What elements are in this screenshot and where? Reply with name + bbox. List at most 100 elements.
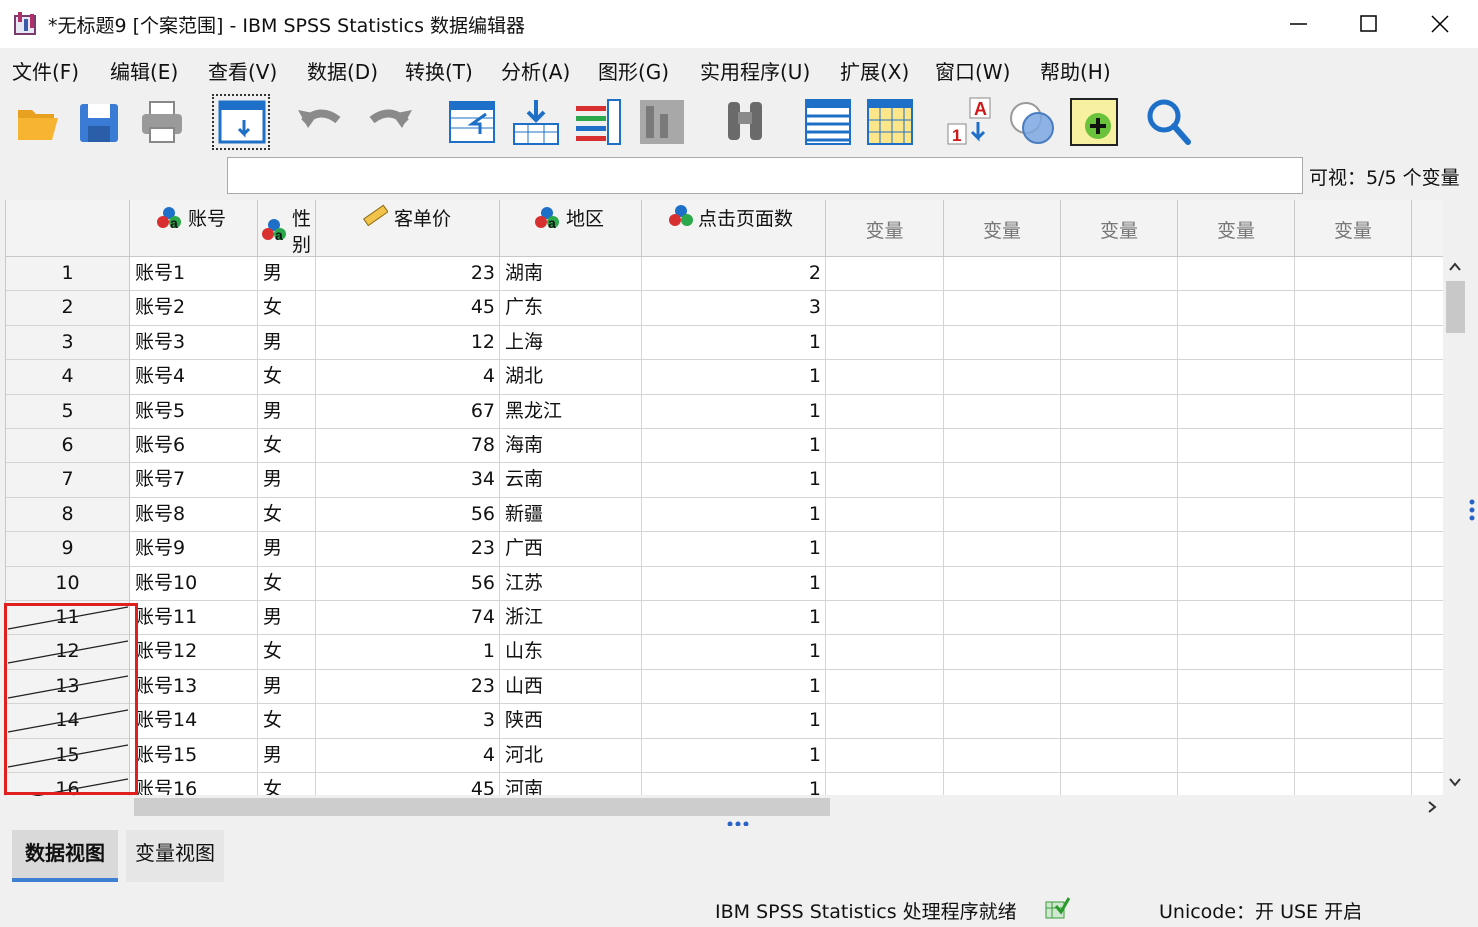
cell-empty[interactable]: [1061, 773, 1178, 796]
column-header-page-clicks[interactable]: 点击页面数: [642, 200, 826, 257]
cell-empty[interactable]: [944, 601, 1061, 636]
cell-empty[interactable]: [826, 601, 944, 636]
menu-transform[interactable]: 转换(T): [405, 56, 473, 85]
cell-empty[interactable]: [1061, 635, 1178, 670]
close-button[interactable]: [1405, 0, 1475, 48]
cell-empty[interactable]: [1295, 669, 1412, 705]
cell-region[interactable]: 海南: [500, 429, 642, 464]
cell-region[interactable]: 河南: [500, 773, 642, 796]
cell-empty[interactable]: [1412, 739, 1443, 773]
cell-empty[interactable]: [1412, 601, 1443, 636]
cell-empty[interactable]: [826, 704, 944, 739]
cell-unit-price[interactable]: 12: [316, 325, 500, 361]
vertical-scrollbar[interactable]: [1443, 257, 1468, 796]
menu-utilities[interactable]: 实用程序(U): [700, 56, 810, 85]
cell-gender[interactable]: 女: [258, 497, 316, 533]
cell-account[interactable]: 账号16: [130, 773, 258, 796]
cell-gender[interactable]: 男: [258, 601, 316, 636]
cell-region[interactable]: 陕西: [500, 704, 642, 739]
cell-page-clicks[interactable]: 1: [642, 497, 826, 533]
cell-empty[interactable]: [826, 463, 944, 498]
cell-region[interactable]: 广东: [500, 291, 642, 326]
cell-empty[interactable]: [826, 429, 944, 464]
menu-data[interactable]: 数据(D): [307, 56, 378, 85]
minimize-button[interactable]: [1264, 0, 1334, 48]
cell-empty[interactable]: [1061, 669, 1178, 705]
cell-empty[interactable]: [1295, 532, 1412, 567]
cell-empty[interactable]: [1412, 291, 1443, 326]
cell-unit-price[interactable]: 45: [316, 291, 500, 326]
insert-variable-button[interactable]: [862, 94, 920, 150]
cell-gender[interactable]: 女: [258, 429, 316, 464]
row-number[interactable]: 3: [6, 325, 130, 361]
cell-empty[interactable]: [1061, 325, 1178, 361]
vertical-scroll-thumb[interactable]: [1446, 281, 1465, 333]
cell-empty[interactable]: [1412, 498, 1443, 533]
cell-empty[interactable]: [944, 704, 1061, 739]
cell-empty[interactable]: [1178, 532, 1295, 567]
cell-empty[interactable]: [1178, 394, 1295, 429]
row-number[interactable]: 4: [6, 360, 130, 395]
cell-empty[interactable]: [1412, 360, 1443, 395]
cell-account[interactable]: 账号14: [130, 704, 258, 739]
cell-empty[interactable]: [826, 291, 944, 326]
cell-empty[interactable]: [1061, 497, 1178, 533]
cell-empty[interactable]: [944, 532, 1061, 567]
cell-empty[interactable]: [826, 566, 944, 601]
cell-gender[interactable]: 女: [258, 773, 316, 796]
cell-region[interactable]: 新疆: [500, 497, 642, 533]
search-button[interactable]: [1140, 94, 1198, 150]
cell-empty[interactable]: [1178, 463, 1295, 498]
menu-graphs[interactable]: 图形(G): [598, 56, 669, 85]
scroll-up-icon[interactable]: [1448, 261, 1462, 273]
recall-dialog-button[interactable]: [212, 94, 270, 150]
cell-gender[interactable]: 男: [258, 463, 316, 498]
cell-empty[interactable]: [944, 291, 1061, 326]
cell-empty[interactable]: [944, 635, 1061, 670]
cell-empty[interactable]: [1412, 395, 1443, 429]
cell-gender[interactable]: 男: [258, 257, 316, 292]
cell-unit-price[interactable]: 4: [316, 738, 500, 773]
menu-analyze[interactable]: 分析(A): [501, 56, 570, 85]
cell-empty[interactable]: [1412, 704, 1443, 739]
horizontal-scroll-thumb[interactable]: [134, 798, 830, 816]
cell-account[interactable]: 账号9: [130, 532, 258, 567]
cell-empty[interactable]: [1061, 291, 1178, 326]
cell-empty[interactable]: [826, 394, 944, 429]
cell-empty[interactable]: [1061, 532, 1178, 567]
menu-extensions[interactable]: 扩展(X): [840, 56, 909, 85]
run-descriptives-button[interactable]: [634, 94, 692, 150]
cell-empty[interactable]: [826, 635, 944, 670]
find-button[interactable]: [718, 94, 776, 150]
cell-empty[interactable]: [944, 566, 1061, 601]
cell-empty[interactable]: [826, 738, 944, 773]
cell-empty[interactable]: [826, 773, 944, 796]
cell-gender[interactable]: 女: [258, 291, 316, 326]
cell-unit-price[interactable]: 1: [316, 635, 500, 670]
row-number[interactable]: 8: [6, 497, 130, 533]
cell-region[interactable]: 河北: [500, 738, 642, 773]
column-header-empty[interactable]: 变量: [944, 200, 1061, 257]
cell-empty[interactable]: [1178, 738, 1295, 773]
cell-account[interactable]: 账号3: [130, 325, 258, 361]
cell-gender[interactable]: 女: [258, 635, 316, 670]
column-header-region[interactable]: a 地区: [500, 200, 642, 257]
cell-gender[interactable]: 男: [258, 532, 316, 567]
column-header-empty[interactable]: 变量: [1295, 200, 1412, 257]
cell-page-clicks[interactable]: 1: [642, 773, 826, 796]
cell-empty[interactable]: [1178, 566, 1295, 601]
cell-empty[interactable]: [944, 257, 1061, 292]
cell-empty[interactable]: [944, 429, 1061, 464]
cell-page-clicks[interactable]: 1: [642, 704, 826, 739]
column-header-account[interactable]: a 账号: [130, 200, 258, 257]
insert-cases-button[interactable]: [800, 94, 858, 150]
cell-unit-price[interactable]: 4: [316, 360, 500, 395]
menu-window[interactable]: 窗口(W): [935, 56, 1010, 85]
cell-empty[interactable]: [1178, 360, 1295, 395]
cell-unit-price[interactable]: 23: [316, 257, 500, 292]
cell-region[interactable]: 山西: [500, 669, 642, 705]
cell-empty[interactable]: [826, 669, 944, 705]
cell-empty[interactable]: [1061, 566, 1178, 601]
cell-unit-price[interactable]: 74: [316, 601, 500, 636]
tab-data-view[interactable]: 数据视图: [12, 830, 118, 882]
